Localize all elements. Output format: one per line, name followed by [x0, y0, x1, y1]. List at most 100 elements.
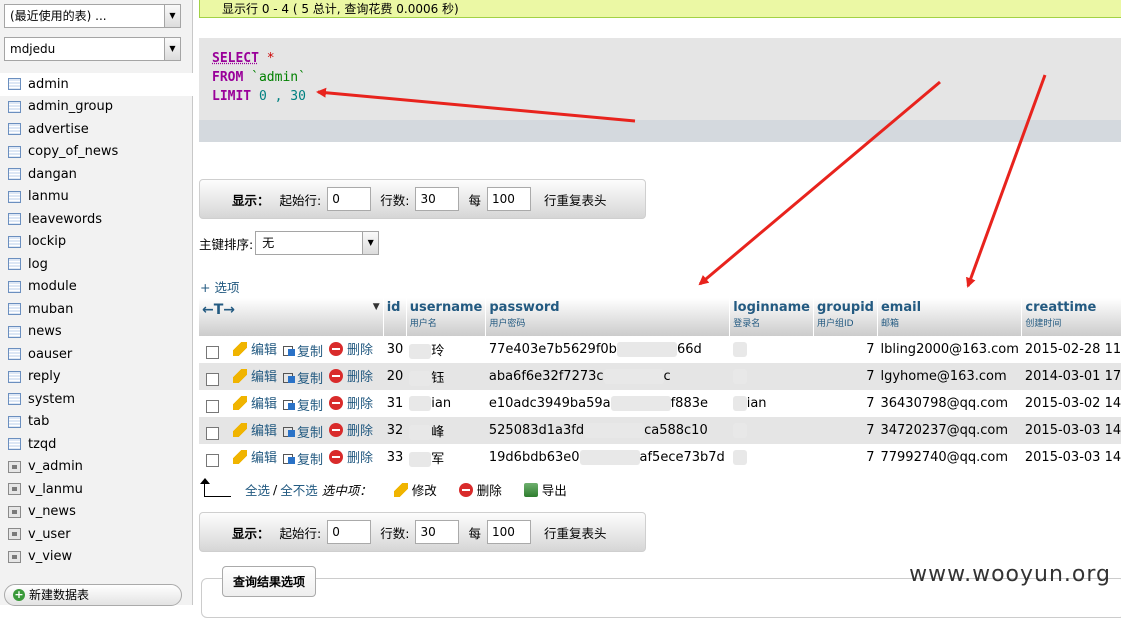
start-row-input[interactable]: [327, 187, 372, 211]
row-checkbox[interactable]: [206, 345, 219, 359]
sidebar-item-v-news[interactable]: v_news: [0, 501, 193, 524]
col-email[interactable]: email 邮箱: [877, 298, 1023, 336]
new-table-button[interactable]: + 新建数据表: [4, 584, 182, 606]
table-icon[interactable]: [8, 303, 21, 316]
options-link[interactable]: + 选项: [200, 277, 239, 296]
table-icon[interactable]: [8, 348, 21, 361]
view-icon[interactable]: [8, 550, 21, 563]
sidebar-item-leavewords[interactable]: leavewords: [0, 208, 193, 231]
sql-keyword-select[interactable]: SELECT: [212, 51, 259, 66]
row-checkbox[interactable]: [206, 399, 219, 413]
sidebar-item-tzqd[interactable]: tzqd: [0, 433, 193, 456]
bulk-edit-button[interactable]: 修改: [393, 480, 437, 499]
table-icon[interactable]: [8, 145, 21, 158]
table-icon[interactable]: [8, 393, 21, 406]
table-icon[interactable]: [8, 325, 21, 338]
row-checkbox[interactable]: [206, 426, 219, 440]
edit-row-button[interactable]: 编辑: [233, 420, 277, 439]
sidebar-item-reply[interactable]: reply: [0, 366, 193, 389]
view-icon[interactable]: [8, 483, 21, 496]
table-icon[interactable]: [8, 370, 21, 383]
repeat-headers-input[interactable]: [486, 520, 531, 544]
sidebar-item-lanmu[interactable]: lanmu: [0, 186, 193, 209]
table-icon[interactable]: [8, 168, 21, 181]
delete-label: 删除: [347, 424, 374, 439]
sidebar-item-muban[interactable]: muban: [0, 298, 193, 321]
view-icon[interactable]: [8, 505, 21, 518]
sort-select[interactable]: 无 ▼: [255, 231, 380, 255]
table-icon[interactable]: [8, 78, 21, 91]
sidebar-item-lockip[interactable]: lockip: [0, 231, 193, 254]
sidebar-item-module[interactable]: module: [0, 276, 193, 299]
row-checkbox[interactable]: [206, 453, 219, 467]
sidebar-item-v-lanmu[interactable]: v_lanmu: [0, 478, 193, 501]
repeat-headers-input[interactable]: [486, 187, 531, 211]
sidebar-item-copy-of-news[interactable]: copy_of_news: [0, 141, 193, 164]
table-icon[interactable]: [8, 258, 21, 271]
row-actions: 编辑 复制 删除: [199, 363, 384, 390]
sidebar-item-advertise[interactable]: advertise: [0, 118, 193, 141]
col-groupid[interactable]: groupid 用户组ID: [813, 298, 878, 336]
column-resize-icon[interactable]: ←T→: [202, 302, 235, 318]
sidebar-item-admin-group[interactable]: admin_group: [0, 96, 193, 119]
row-count-input[interactable]: [415, 187, 460, 211]
copy-label: 复制: [297, 426, 324, 441]
sidebar-item-oauser[interactable]: oauser: [0, 343, 193, 366]
delete-row-button[interactable]: 删除: [329, 366, 373, 385]
table-icon[interactable]: [8, 438, 21, 451]
sidebar-item-admin[interactable]: admin: [0, 73, 193, 96]
sidebar-item-news[interactable]: news: [0, 321, 193, 344]
col-loginname[interactable]: loginname 登录名: [729, 298, 814, 336]
row-count-label: 行数:: [380, 192, 410, 208]
copy-row-button[interactable]: 复制: [283, 395, 323, 414]
table-icon[interactable]: [8, 213, 21, 226]
chevron-down-icon[interactable]: ▼: [373, 302, 380, 312]
chevron-down-icon[interactable]: ▼: [164, 5, 180, 27]
chevron-down-icon[interactable]: ▼: [362, 232, 379, 254]
col-creattime[interactable]: creattime 创建时间: [1021, 298, 1121, 336]
edit-row-button[interactable]: 编辑: [233, 393, 277, 412]
sidebar-item-v-view[interactable]: v_view: [0, 546, 193, 569]
delete-row-button[interactable]: 删除: [329, 393, 373, 412]
sidebar-item-dangan[interactable]: dangan: [0, 163, 193, 186]
copy-row-button[interactable]: 复制: [283, 341, 323, 360]
bulk-export-button[interactable]: 导出: [523, 480, 567, 499]
sidebar-item-system[interactable]: system: [0, 388, 193, 411]
query-options-legend[interactable]: 查询结果选项: [222, 566, 317, 597]
chevron-down-icon[interactable]: ▼: [164, 38, 180, 60]
table-icon[interactable]: [8, 415, 21, 428]
row-count-input[interactable]: [415, 520, 460, 544]
sidebar-item-tab[interactable]: tab: [0, 411, 193, 434]
delete-row-button[interactable]: 删除: [329, 420, 373, 439]
table-icon[interactable]: [8, 235, 21, 248]
start-row-input[interactable]: [327, 520, 372, 544]
column-toggle-header[interactable]: ←T→ ▼: [199, 298, 384, 336]
edit-row-button[interactable]: 编辑: [233, 447, 277, 466]
sidebar-item-v-user[interactable]: v_user: [0, 523, 193, 546]
col-id[interactable]: id: [383, 298, 407, 336]
delete-row-button[interactable]: 删除: [329, 339, 373, 358]
recent-tables-select[interactable]: (最近使用的表) ... ▼: [4, 4, 181, 28]
view-icon[interactable]: [8, 460, 21, 473]
col-password[interactable]: password 用户密码: [485, 298, 731, 336]
copy-row-button[interactable]: 复制: [283, 422, 323, 441]
delete-row-button[interactable]: 删除: [329, 447, 373, 466]
col-username[interactable]: username 用户名: [406, 298, 487, 336]
copy-row-button[interactable]: 复制: [283, 368, 323, 387]
database-select[interactable]: mdjedu ▼: [4, 37, 181, 61]
sidebar-item-log[interactable]: log: [0, 253, 193, 276]
view-icon[interactable]: [8, 528, 21, 541]
table-icon[interactable]: [8, 190, 21, 203]
table-icon[interactable]: [8, 100, 21, 113]
recent-tables-value: (最近使用的表) ...: [10, 9, 107, 23]
edit-row-button[interactable]: 编辑: [233, 339, 277, 358]
select-all-link[interactable]: 全选: [245, 480, 270, 499]
row-checkbox[interactable]: [206, 372, 219, 386]
edit-row-button[interactable]: 编辑: [233, 366, 277, 385]
sidebar-item-v-admin[interactable]: v_admin: [0, 456, 193, 479]
deselect-all-link[interactable]: 全不选: [280, 480, 318, 499]
table-icon[interactable]: [8, 123, 21, 136]
table-icon[interactable]: [8, 280, 21, 293]
bulk-delete-button[interactable]: 删除: [458, 480, 502, 499]
copy-row-button[interactable]: 复制: [283, 449, 323, 468]
